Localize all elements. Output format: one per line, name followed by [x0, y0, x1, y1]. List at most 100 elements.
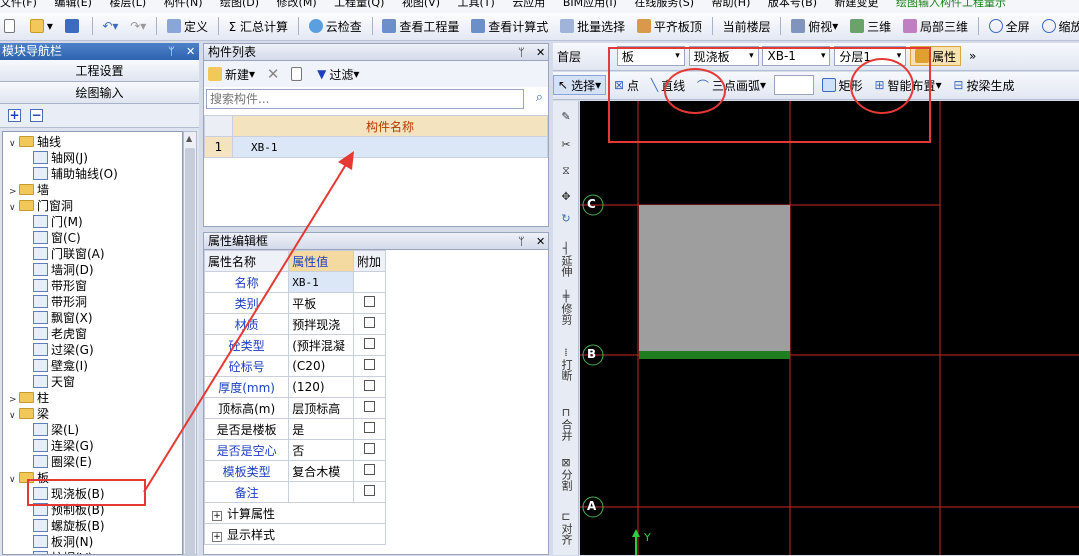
- merge-button[interactable]: ⊓合并: [555, 407, 577, 444]
- tree-folder[interactable]: ∨门窗洞: [9, 198, 73, 214]
- menu-quantity[interactable]: 工程量(Q): [334, 0, 384, 9]
- copy-icon[interactable]: [287, 61, 309, 87]
- menu-bim[interactable]: BIM应用(I): [563, 0, 617, 9]
- tree-item[interactable]: 轴网(J): [33, 150, 88, 166]
- menu-component[interactable]: 构件(N): [164, 0, 203, 9]
- align-button[interactable]: ⊏对齐: [555, 511, 577, 548]
- tree-item[interactable]: 梁(L): [33, 422, 79, 438]
- define-button[interactable]: 定义: [163, 13, 212, 39]
- top-view-button[interactable]: 俯视▾: [787, 13, 842, 39]
- tree-item[interactable]: 门联窗(A): [33, 246, 105, 262]
- trim-button[interactable]: ╪修剪: [555, 291, 577, 328]
- tree-folder[interactable]: >柱: [9, 390, 49, 406]
- scissors-icon[interactable]: ✂: [555, 139, 577, 151]
- menu-tools[interactable]: 工具(T): [458, 0, 495, 9]
- component-icon: [33, 423, 48, 436]
- property-group[interactable]: +计算属性: [205, 503, 386, 524]
- tree-item[interactable]: 壁龛(I): [33, 358, 88, 374]
- split-button[interactable]: ⊠分割: [555, 457, 577, 494]
- pin-icon[interactable]: ᛘ: [518, 233, 525, 250]
- view-formula-button[interactable]: 查看计算式: [467, 13, 552, 39]
- drawing-canvas[interactable]: C B A Y: [580, 101, 1079, 555]
- tree-item[interactable]: 柱帽(V): [33, 550, 93, 555]
- break-button[interactable]: ⁞打断: [555, 347, 577, 384]
- fullscreen-button[interactable]: 全屏: [985, 13, 1034, 39]
- more-icon[interactable]: »: [965, 43, 980, 69]
- zoom-button[interactable]: 缩放: [1038, 13, 1079, 39]
- mirror-icon[interactable]: ⧖: [555, 165, 577, 177]
- tree-item[interactable]: 连梁(G): [33, 438, 94, 454]
- brush-icon[interactable]: ✎: [555, 111, 577, 123]
- three-d-button[interactable]: 三维: [846, 13, 895, 39]
- tree-item[interactable]: 飘窗(X): [33, 310, 93, 326]
- tree-item[interactable]: 螺旋板(B): [33, 518, 105, 534]
- new-file-icon[interactable]: [0, 13, 22, 39]
- tree-item[interactable]: 板洞(N): [33, 534, 93, 550]
- menu-draw[interactable]: 绘图(D): [220, 0, 259, 9]
- tree-item[interactable]: 带形窗: [33, 278, 87, 294]
- redo-icon[interactable]: ↷▾: [126, 13, 150, 39]
- sum-calc-button[interactable]: Σ 汇总计算: [225, 13, 292, 39]
- menu-floor[interactable]: 楼层(L): [109, 0, 146, 9]
- gen-by-beam-button[interactable]: ⊟按梁生成: [949, 72, 1018, 98]
- collapse-all-icon[interactable]: −: [30, 109, 43, 122]
- view-quantity-button[interactable]: 查看工程量: [378, 13, 463, 39]
- floor-select[interactable]: 首层: [553, 43, 613, 69]
- drawing-input-button[interactable]: 绘图输入: [0, 82, 199, 104]
- undo-icon[interactable]: ↶▾: [98, 13, 122, 39]
- batch-select-button[interactable]: 批量选择: [556, 13, 629, 39]
- tree-item[interactable]: 过梁(G): [33, 342, 94, 358]
- current-floor-button[interactable]: 当前楼层: [719, 13, 775, 39]
- expand-toggle-icon[interactable]: ∨: [9, 200, 19, 216]
- local-3d-button[interactable]: 局部三维: [899, 13, 972, 39]
- expand-toggle-icon[interactable]: ∨: [9, 408, 19, 424]
- menu-online[interactable]: 在线服务(S): [634, 0, 694, 9]
- tree-item[interactable]: 窗(C): [33, 230, 81, 246]
- menu-modify[interactable]: 修改(M): [277, 0, 317, 9]
- close-icon[interactable]: ✕: [536, 233, 545, 250]
- move-icon[interactable]: ✥: [555, 191, 577, 203]
- tree-folder[interactable]: ∨梁: [9, 406, 49, 422]
- tree-item[interactable]: 辅助轴线(O): [33, 166, 118, 182]
- save-icon[interactable]: [61, 13, 86, 39]
- cloud-check-button[interactable]: 云检查: [305, 13, 366, 39]
- expand-plus-icon[interactable]: +: [212, 511, 222, 521]
- tree-item[interactable]: 带形洞: [33, 294, 87, 310]
- filter-button[interactable]: ▼过滤▾: [313, 61, 363, 87]
- tree-item[interactable]: 门(M): [33, 214, 83, 230]
- pin-icon[interactable]: ᛘ: [168, 43, 175, 60]
- expand-toggle-icon[interactable]: ∨: [9, 136, 19, 152]
- slab-xb1[interactable]: [639, 205, 790, 355]
- search-icon[interactable]: ⌕: [536, 90, 543, 105]
- close-icon[interactable]: ✕: [186, 43, 195, 60]
- property-group[interactable]: +显示样式: [205, 524, 386, 545]
- new-component-button[interactable]: 新建▾: [204, 61, 259, 87]
- extend-button[interactable]: ┤延伸: [555, 243, 577, 280]
- tree-item[interactable]: 天窗: [33, 374, 75, 390]
- close-icon[interactable]: ✕: [536, 44, 545, 61]
- expand-all-icon[interactable]: +: [8, 109, 21, 122]
- tree-item[interactable]: 圈梁(E): [33, 454, 92, 470]
- menu-version[interactable]: 版本号(B): [768, 0, 817, 9]
- tree-folder[interactable]: ∨轴线: [9, 134, 61, 150]
- beam-edge[interactable]: [639, 351, 790, 359]
- menu-edit[interactable]: 编辑(E): [54, 0, 92, 9]
- tree-folder[interactable]: >墙: [9, 182, 49, 198]
- menu-view[interactable]: 视图(V): [402, 0, 440, 9]
- select-button[interactable]: ↖选择▾: [553, 75, 606, 95]
- expand-plus-icon[interactable]: +: [212, 532, 222, 542]
- align-top-button[interactable]: 平齐板顶: [633, 13, 706, 39]
- delete-icon[interactable]: ✕: [263, 61, 284, 87]
- menu-file[interactable]: 文件(F): [0, 0, 37, 9]
- rotate-icon[interactable]: ↻: [555, 213, 577, 225]
- expand-toggle-icon[interactable]: ∨: [9, 472, 19, 488]
- tree-item[interactable]: 墙洞(D): [33, 262, 94, 278]
- menu-cloud[interactable]: 云应用: [512, 0, 545, 9]
- open-file-icon[interactable]: ▾: [26, 13, 57, 39]
- menu-help[interactable]: 帮助(H): [712, 0, 751, 9]
- tree-item[interactable]: 老虎窗: [33, 326, 87, 342]
- search-input[interactable]: [206, 89, 524, 109]
- menu-new-change[interactable]: 新建变更: [835, 0, 879, 9]
- project-settings-button[interactable]: 工程设置: [0, 60, 199, 82]
- pin-icon[interactable]: ᛘ: [518, 44, 525, 61]
